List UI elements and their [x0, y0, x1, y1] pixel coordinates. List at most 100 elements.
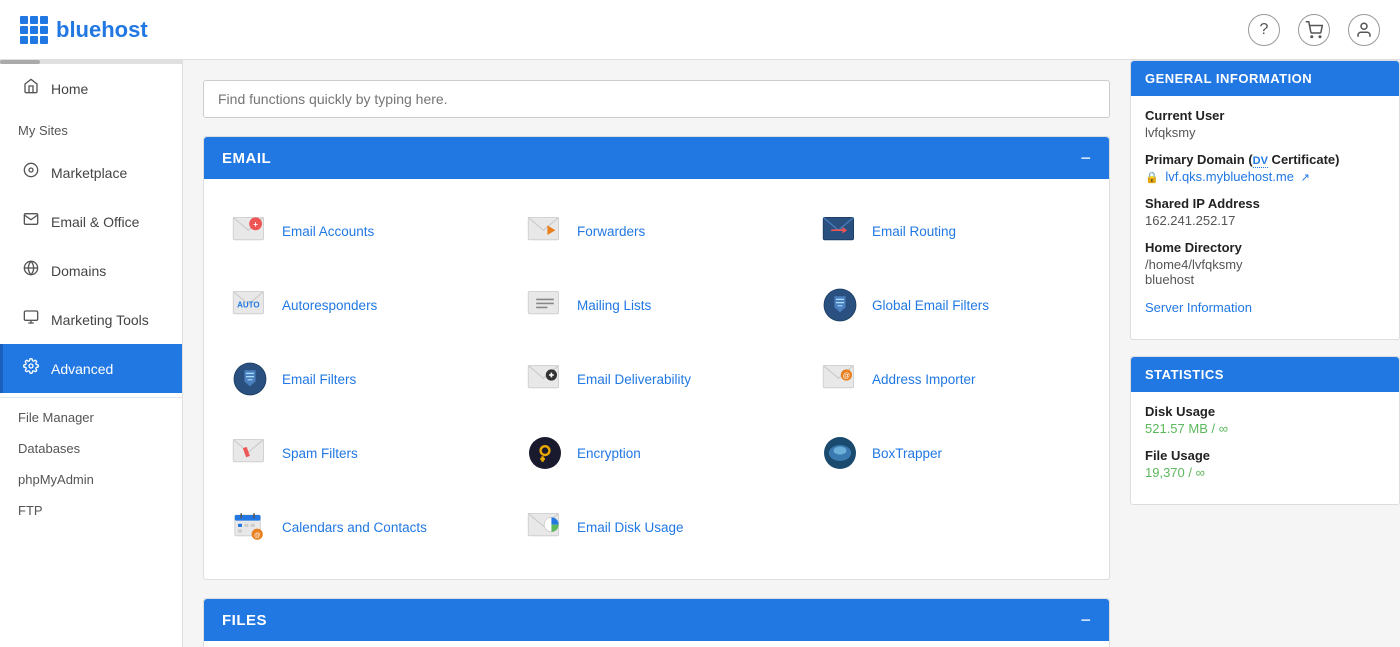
shared-ip-value: 162.241.252.17 [1145, 213, 1385, 228]
boxtrapper-label: BoxTrapper [872, 446, 942, 461]
marketplace-icon [21, 162, 41, 183]
sidebar-marketing-label: Marketing Tools [51, 312, 149, 328]
file-usage-value: 19,370 / ∞ [1145, 465, 1385, 480]
files-section-grid: File Manager Images [204, 641, 1109, 647]
logo-grid-icon [20, 16, 48, 44]
spam-filters-label: Spam Filters [282, 446, 358, 461]
current-user-label: Current User [1145, 108, 1385, 123]
email-accounts-item[interactable]: + Email Accounts [214, 199, 509, 263]
sidebar-divider [0, 397, 182, 398]
address-importer-label: Address Importer [872, 372, 976, 387]
email-routing-icon [818, 209, 862, 253]
domains-icon [21, 260, 41, 281]
autoresponders-label: Autoresponders [282, 298, 377, 313]
svg-text:@: @ [843, 371, 850, 380]
forwarders-item[interactable]: Forwarders [509, 199, 804, 263]
email-deliverability-icon [523, 357, 567, 401]
primary-domain-link[interactable]: lvf.qks.mybluehost.me [1165, 169, 1294, 184]
calendars-contacts-label: Calendars and Contacts [282, 520, 427, 535]
primary-domain-text: Primary Domain ( [1145, 152, 1253, 167]
mailing-lists-icon [523, 283, 567, 327]
email-routing-item[interactable]: Email Routing [804, 199, 1099, 263]
sidebar-marketplace-label: Marketplace [51, 165, 127, 181]
email-accounts-label: Email Accounts [282, 224, 374, 239]
files-section-collapse[interactable]: − [1080, 611, 1091, 629]
home-icon [21, 78, 41, 99]
general-info-body: Current User lvfqksmy Primary Domain (DV… [1131, 96, 1399, 339]
forwarders-icon [523, 209, 567, 253]
email-section-title: EMAIL [222, 150, 271, 167]
email-icon [21, 211, 41, 232]
primary-domain-text2: Certificate) [1268, 152, 1340, 167]
email-filters-item[interactable]: Email Filters [214, 347, 509, 411]
sidebar-my-sites-label: My Sites [18, 123, 68, 138]
boxtrapper-icon [818, 431, 862, 475]
server-info-row: Server Information [1145, 299, 1385, 315]
email-accounts-icon: + [228, 209, 272, 253]
email-deliverability-item[interactable]: Email Deliverability [509, 347, 804, 411]
dv-badge: DV [1253, 155, 1268, 168]
files-section: FILES − File Manager [203, 598, 1110, 647]
current-user-row: Current User lvfqksmy [1145, 108, 1385, 140]
marketing-icon [21, 309, 41, 330]
global-email-filters-label: Global Email Filters [872, 298, 989, 313]
sidebar-databases[interactable]: Databases [0, 433, 182, 464]
search-input[interactable] [203, 80, 1110, 118]
user-button[interactable] [1348, 14, 1380, 46]
boxtrapper-item[interactable]: BoxTrapper [804, 421, 1099, 485]
sidebar-item-marketing[interactable]: Marketing Tools [0, 295, 182, 344]
calendars-contacts-item[interactable]: @ Calendars and Contacts [214, 495, 509, 559]
help-button[interactable]: ? [1248, 14, 1280, 46]
email-disk-usage-icon [523, 505, 567, 549]
encryption-label: Encryption [577, 446, 641, 461]
main-content: EMAIL − + Email Accounts [183, 60, 1130, 647]
right-panel: GENERAL INFORMATION Current User lvfqksm… [1130, 60, 1400, 647]
global-email-filters-item[interactable]: Global Email Filters [804, 273, 1099, 337]
disk-usage-value: 521.57 MB / ∞ [1145, 421, 1385, 436]
forwarders-label: Forwarders [577, 224, 645, 239]
email-disk-usage-item[interactable]: Email Disk Usage [509, 495, 804, 559]
primary-domain-row: Primary Domain (DV Certificate) 🔒 lvf.qk… [1145, 152, 1385, 184]
general-info-header: GENERAL INFORMATION [1131, 61, 1399, 96]
sidebar-email-label: Email & Office [51, 214, 139, 230]
email-routing-label: Email Routing [872, 224, 956, 239]
home-dir-label: Home Directory [1145, 240, 1385, 255]
mailing-lists-label: Mailing Lists [577, 298, 651, 313]
server-info-link[interactable]: Server Information [1145, 300, 1252, 315]
disk-usage-label: Disk Usage [1145, 404, 1385, 419]
external-link-icon: ↗ [1301, 172, 1310, 184]
logo: bluehost [20, 16, 148, 44]
sidebar-item-my-sites[interactable]: My Sites [0, 113, 182, 148]
encryption-item[interactable]: Encryption [509, 421, 804, 485]
email-section-grid: + Email Accounts Forwarders [204, 179, 1109, 579]
general-info-card: GENERAL INFORMATION Current User lvfqksm… [1130, 60, 1400, 340]
email-section: EMAIL − + Email Accounts [203, 136, 1110, 580]
encryption-icon [523, 431, 567, 475]
sidebar-file-manager[interactable]: File Manager [0, 402, 182, 433]
sidebar-item-home[interactable]: Home [0, 64, 182, 113]
home-dir-row: Home Directory /home4/lvfqksmy bluehost [1145, 240, 1385, 287]
sidebar-advanced-label: Advanced [51, 361, 113, 377]
current-user-value: lvfqksmy [1145, 125, 1385, 140]
autoresponders-icon: AUTO [228, 283, 272, 327]
statistics-header: STATISTICS [1131, 357, 1399, 392]
mailing-lists-item[interactable]: Mailing Lists [509, 273, 804, 337]
sidebar-home-label: Home [51, 81, 88, 97]
spam-filters-icon [228, 431, 272, 475]
file-usage-row: File Usage 19,370 / ∞ [1145, 448, 1385, 480]
sidebar-item-domains[interactable]: Domains [0, 246, 182, 295]
sidebar-phpmyadmin[interactable]: phpMyAdmin [0, 464, 182, 495]
email-section-header: EMAIL − [204, 137, 1109, 179]
sidebar-item-marketplace[interactable]: Marketplace [0, 148, 182, 197]
email-section-collapse[interactable]: − [1080, 149, 1091, 167]
file-usage-label: File Usage [1145, 448, 1385, 463]
sidebar-ftp[interactable]: FTP [0, 495, 182, 526]
sidebar-item-advanced[interactable]: Advanced [0, 344, 182, 393]
sidebar-item-email-office[interactable]: Email & Office [0, 197, 182, 246]
files-section-header: FILES − [204, 599, 1109, 641]
address-importer-item[interactable]: @ Address Importer [804, 347, 1099, 411]
cart-button[interactable] [1298, 14, 1330, 46]
autoresponders-item[interactable]: AUTO Autoresponders [214, 273, 509, 337]
email-deliverability-label: Email Deliverability [577, 372, 691, 387]
spam-filters-item[interactable]: Spam Filters [214, 421, 509, 485]
